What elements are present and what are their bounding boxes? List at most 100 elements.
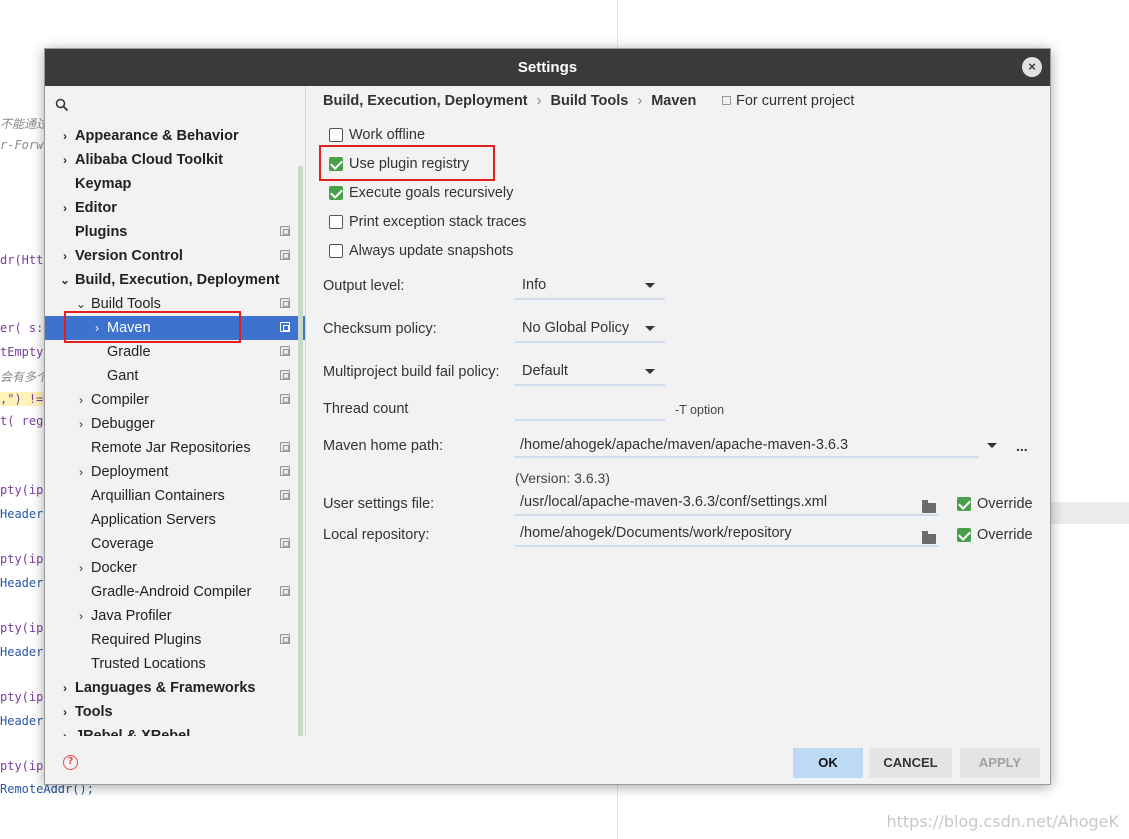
maven-settings-panel: Build, Execution, Deployment › Build Tools… — [307, 86, 1051, 736]
chevron-right-icon[interactable]: › — [91, 316, 103, 340]
project-scope-icon — [280, 250, 290, 260]
sidebar-item[interactable]: › Tools — [45, 700, 305, 724]
chevron-right-icon[interactable]: › — [59, 148, 71, 172]
checkbox-box[interactable] — [329, 244, 343, 258]
sidebar-item[interactable]: › Appearance & Behavior — [45, 124, 305, 148]
sidebar-item[interactable]: › Compiler — [45, 388, 305, 412]
ok-button[interactable]: OK — [793, 748, 863, 778]
sidebar-item[interactable]: Keymap — [45, 172, 305, 196]
project-scope-icon — [280, 346, 290, 356]
cancel-button[interactable]: CANCEL — [869, 748, 952, 778]
sidebar-item-label: Application Servers — [91, 512, 216, 528]
folder-icon[interactable] — [922, 500, 936, 513]
chevron-right-icon[interactable]: › — [59, 124, 71, 148]
folder-icon[interactable] — [922, 531, 936, 544]
checkbox-box[interactable] — [329, 128, 343, 142]
checkbox-label: Execute goals recursively — [349, 185, 514, 201]
sidebar-item-label: Docker — [91, 560, 137, 576]
sidebar-item[interactable]: Trusted Locations — [45, 652, 305, 676]
maven-home-dropdown[interactable] — [981, 432, 1003, 460]
sidebar-item[interactable]: Gradle — [45, 340, 305, 364]
code-line: pty(ip — [0, 552, 44, 566]
sidebar-scrollbar[interactable] — [298, 166, 303, 736]
chevron-right-icon[interactable]: › — [75, 388, 87, 412]
project-scope-icon — [280, 322, 290, 332]
chevron-down-icon[interactable]: ⌄ — [59, 268, 71, 292]
chevron-right-icon[interactable]: › — [59, 244, 71, 268]
settings-dialog: Settings × › Appearance & Behavior › Alibab… — [44, 48, 1051, 785]
sidebar-item[interactable]: Plugins — [45, 220, 305, 244]
chevron-right-icon[interactable]: › — [59, 196, 71, 220]
sidebar-item[interactable]: › Debugger — [45, 412, 305, 436]
output-level-select[interactable]: Info — [515, 272, 665, 300]
sidebar-item[interactable]: Coverage — [45, 532, 305, 556]
sidebar-item[interactable]: › Maven — [45, 316, 305, 340]
chevron-right-icon[interactable]: › — [75, 460, 87, 484]
code-line: Header — [0, 714, 44, 728]
chevron-down-icon — [645, 326, 655, 331]
sidebar-item[interactable]: › Docker — [45, 556, 305, 580]
chevron-right-icon[interactable]: › — [59, 676, 71, 700]
checkbox-label: Work offline — [349, 127, 426, 143]
maven-home-browse-button[interactable]: ... — [1016, 438, 1028, 454]
chevron-right-icon[interactable]: › — [59, 724, 71, 736]
fail-policy-label: Multiproject build fail policy: — [323, 364, 500, 380]
maven-home-input[interactable]: /home/ahogek/apache/maven/apache-maven-3… — [515, 432, 979, 458]
settings-tree: › Appearance & Behavior › Alibaba Cloud Too… — [45, 124, 305, 736]
sidebar-item[interactable]: Required Plugins — [45, 628, 305, 652]
sidebar-item[interactable]: Application Servers — [45, 508, 305, 532]
sidebar-item-label: Gradle-Android Compiler — [91, 584, 252, 600]
local-repo-label: Local repository: — [323, 527, 430, 543]
chevron-right-icon[interactable]: › — [75, 604, 87, 628]
checkbox-box[interactable] — [957, 497, 971, 511]
sidebar-item[interactable]: › Java Profiler — [45, 604, 305, 628]
local-repo-input[interactable]: /home/ahogek/Documents/work/repository — [515, 521, 939, 547]
checkbox-box[interactable] — [329, 215, 343, 229]
sidebar-item[interactable]: ⌄ Build, Execution, Deployment — [45, 268, 305, 292]
sidebar-item[interactable]: Gradle-Android Compiler — [45, 580, 305, 604]
thread-count-input[interactable] — [515, 395, 665, 421]
code-line: t( rege — [0, 414, 44, 428]
sidebar-item[interactable]: › Deployment — [45, 460, 305, 484]
checkbox-label: Use plugin registry — [349, 156, 470, 172]
sidebar-item[interactable]: › JRebel & XRebel — [45, 724, 305, 736]
breadcrumb-item: Maven — [651, 93, 697, 109]
project-scope-icon — [280, 370, 290, 380]
sidebar-item[interactable]: Gant — [45, 364, 305, 388]
breadcrumb: Build, Execution, Deployment › Build Tools… — [323, 93, 696, 111]
apply-button[interactable]: APPLY — [960, 748, 1040, 778]
help-icon[interactable]: ? — [63, 755, 78, 770]
sidebar-item[interactable]: Arquillian Containers — [45, 484, 305, 508]
chevron-down-icon — [987, 443, 997, 448]
sidebar-item[interactable]: › Alibaba Cloud Toolkit — [45, 148, 305, 172]
chevron-right-icon[interactable]: › — [75, 412, 87, 436]
chevron-down-icon[interactable]: ⌄ — [75, 292, 87, 316]
checksum-policy-value: No Global Policy — [522, 320, 630, 336]
sidebar-item-label: JRebel & XRebel — [75, 728, 191, 736]
code-line: Header — [0, 507, 44, 521]
editor-line-highlight — [1051, 502, 1129, 524]
search-icon[interactable] — [55, 98, 69, 116]
checkbox-box[interactable] — [957, 528, 971, 542]
checkbox-box[interactable] — [329, 157, 343, 171]
breadcrumb-item[interactable]: Build, Execution, Deployment — [323, 93, 528, 109]
sidebar-item[interactable]: › Version Control — [45, 244, 305, 268]
sidebar-item-label: Required Plugins — [91, 632, 202, 648]
user-settings-input[interactable]: /usr/local/apache-maven-3.6.3/conf/setti… — [515, 490, 939, 516]
project-scope-icon — [280, 538, 290, 548]
breadcrumb-item[interactable]: Build Tools — [550, 93, 628, 109]
sidebar-item-label: Version Control — [75, 248, 183, 264]
sidebar-item[interactable]: ⌄ Build Tools — [45, 292, 305, 316]
project-scope-icon — [280, 298, 290, 308]
sidebar-item[interactable]: Remote Jar Repositories — [45, 436, 305, 460]
chevron-right-icon[interactable]: › — [59, 700, 71, 724]
sidebar-item[interactable]: › Languages & Frameworks — [45, 676, 305, 700]
project-scope-icon — [280, 226, 290, 236]
checksum-policy-select[interactable]: No Global Policy — [515, 315, 665, 343]
sidebar-item-label: Coverage — [91, 536, 154, 552]
sidebar-item[interactable]: › Editor — [45, 196, 305, 220]
fail-policy-select[interactable]: Default — [515, 358, 665, 386]
chevron-right-icon[interactable]: › — [75, 556, 87, 580]
checkbox-box[interactable] — [329, 186, 343, 200]
close-icon[interactable]: × — [1022, 57, 1042, 77]
